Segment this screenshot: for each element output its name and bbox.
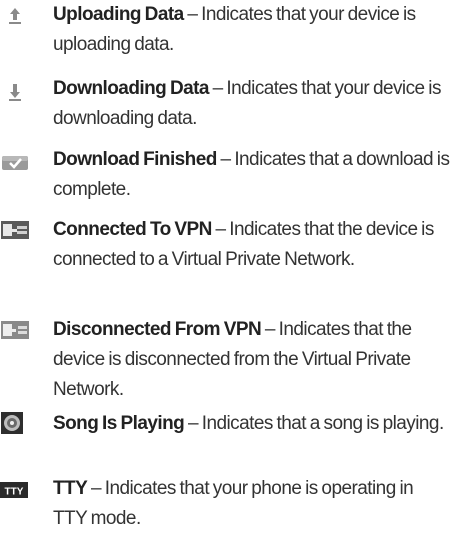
entry-description: Indicates that a song is playing. bbox=[201, 413, 445, 434]
entry-dash: – bbox=[261, 319, 279, 340]
download-arrow-icon bbox=[8, 80, 38, 104]
song-playing-icon bbox=[0, 411, 30, 435]
entry-dash: – bbox=[183, 4, 202, 25]
entry-term: Uploading Data bbox=[53, 4, 184, 25]
entry-dash: – bbox=[184, 413, 202, 434]
entry-term: TTY bbox=[53, 478, 88, 499]
entry-term: Downloading Data bbox=[53, 78, 209, 99]
tty-icon-label: TTY bbox=[5, 487, 24, 498]
entry-dash: – bbox=[216, 149, 235, 170]
entry-term: Disconnected From VPN bbox=[53, 319, 262, 340]
download-finished-icon bbox=[0, 150, 30, 174]
upload-arrow-icon bbox=[8, 4, 38, 28]
vpn-connected-icon bbox=[0, 218, 30, 242]
entry-dash: – bbox=[87, 478, 105, 499]
vpn-disconnected-icon bbox=[0, 318, 30, 342]
entry-term: Connected To VPN bbox=[53, 219, 212, 240]
entry-dash: – bbox=[208, 78, 227, 99]
tty-icon: TTY bbox=[0, 478, 30, 502]
entry-dash: – bbox=[211, 219, 230, 240]
entry-description: Indicates that your phone is operating i… bbox=[53, 478, 414, 529]
entry-term: Download Finished bbox=[53, 149, 217, 170]
entry-term: Song Is Playing bbox=[53, 413, 185, 434]
